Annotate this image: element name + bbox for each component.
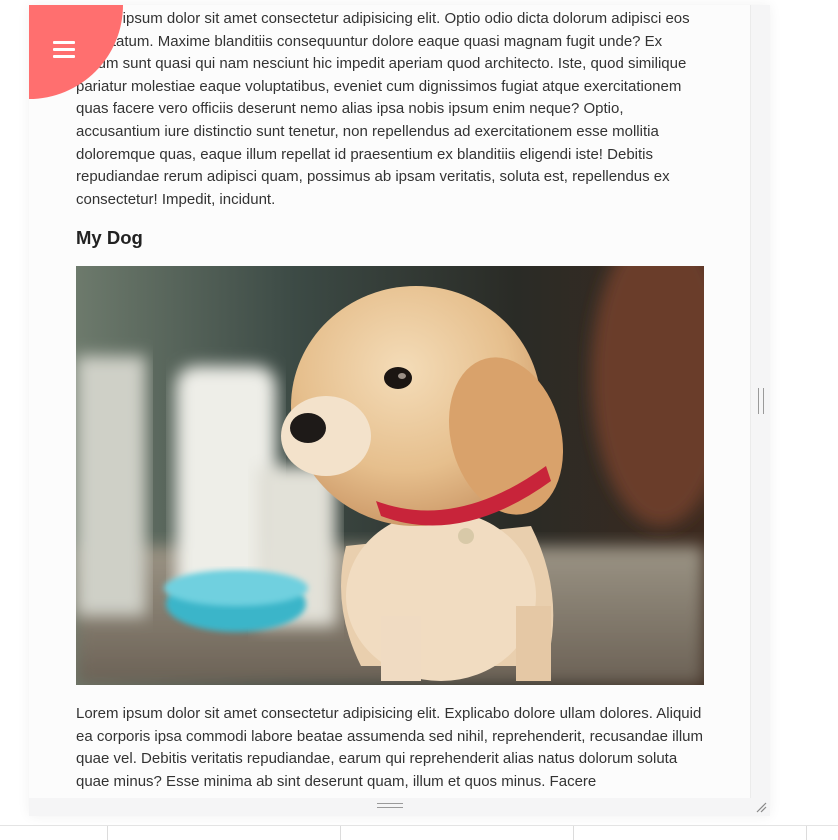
section-heading: My Dog xyxy=(76,227,143,248)
puppy-photo-graphic xyxy=(76,266,704,685)
corner-resize-icon[interactable] xyxy=(754,800,768,814)
horizontal-resize-handle[interactable] xyxy=(377,803,403,808)
hamburger-menu-icon xyxy=(53,41,75,59)
bottom-toolbar xyxy=(0,825,838,840)
puppy-photo xyxy=(76,266,704,685)
preview-frame: Lorem ipsum dolor sit amet consectetur a… xyxy=(29,5,770,816)
paragraph-top: Lorem ipsum dolor sit amet consectetur a… xyxy=(76,10,690,208)
vertical-resize-handle[interactable] xyxy=(758,388,764,414)
paragraph-bottom: Lorem ipsum dolor sit amet consectetur a… xyxy=(76,705,704,790)
content-pane: Lorem ipsum dolor sit amet consectetur a… xyxy=(29,5,751,798)
